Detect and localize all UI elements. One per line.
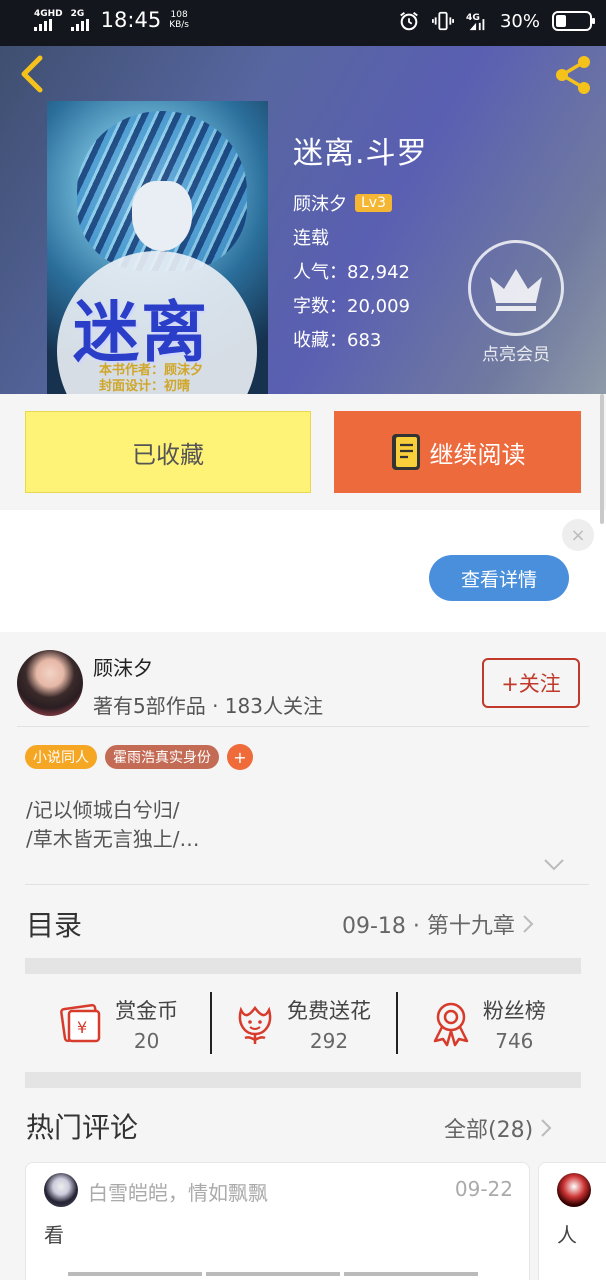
status-bar: 4GHD 2G 18:45 108 KB/s 4G 30% [0, 0, 606, 46]
stats-row: ¥ 赏金币 20 免费送花 292 粉丝榜 746 [25, 984, 581, 1064]
share-icon[interactable] [550, 52, 596, 98]
back-arrow-icon[interactable] [14, 52, 54, 96]
chevron-down-icon[interactable] [543, 858, 565, 872]
book-info: 迷离.斗罗 顾沫夕 Lv3 连载 人气：82,942 字数：20,009 收藏：… [293, 128, 428, 352]
continue-reading-button[interactable]: 继续阅读 [334, 411, 581, 493]
avatar[interactable] [17, 650, 83, 716]
carousel-indicator [68, 1272, 478, 1276]
add-tag-button[interactable]: + [227, 744, 253, 770]
vip-label: 点亮会员 [482, 345, 550, 365]
avatar[interactable] [557, 1173, 591, 1207]
book-icon [391, 434, 420, 470]
comment-text: 看 [44, 1223, 64, 1247]
cover-credits: 本书作者：顾沫夕 封面设计：初晴 [99, 363, 204, 394]
chevron-right-icon [523, 915, 534, 933]
level-badge: Lv3 [355, 194, 392, 212]
author-name[interactable]: 顾沫夕 [93, 652, 153, 681]
divider [25, 884, 589, 885]
free-flowers[interactable]: 免费送花 292 [210, 984, 395, 1064]
comment-card[interactable]: 人 [538, 1162, 606, 1280]
author-meta: 著有5部作品 · 183人关注 [93, 694, 323, 718]
alarm-icon [400, 11, 418, 31]
section-divider [25, 1072, 581, 1088]
book-title: 迷离.斗罗 [293, 136, 428, 171]
comment-card[interactable]: 白雪皑皑，情如飘飘 09-22 看 [25, 1162, 530, 1280]
collected-button[interactable]: 已收藏 [25, 411, 311, 493]
signal-icon: 4GHD [34, 9, 63, 31]
hot-comments-title: 热门评论 [26, 1111, 139, 1144]
book-cover[interactable]: 迷离 本书作者：顾沫夕 封面设计：初晴 [47, 101, 268, 394]
book-favorites: 收藏：683 [293, 330, 382, 351]
battery-percent: 30% [499, 10, 540, 32]
svg-text:4G: 4G [466, 12, 480, 23]
book-intro[interactable]: /记以倾城白兮归/ /草木皆无言独上/… [26, 796, 199, 854]
avatar[interactable] [44, 1173, 78, 1207]
battery-icon [552, 11, 595, 31]
fan-ranking[interactable]: 粉丝榜 746 [395, 984, 581, 1064]
book-popularity: 人气：82,942 [293, 262, 410, 283]
ad-banner: × 查看详情 [0, 510, 606, 632]
vip-button[interactable]: 点亮会员 [466, 240, 566, 365]
section-divider [25, 958, 581, 974]
svg-text:¥: ¥ [77, 1018, 87, 1037]
medal-icon [433, 1002, 469, 1047]
follow-button[interactable]: +关注 [482, 658, 580, 708]
catalog-title: 目录 [26, 909, 83, 942]
all-comments-link[interactable]: 全部(28) [444, 1112, 553, 1144]
action-bar: 已收藏 继续阅读 [0, 394, 606, 510]
catalog-latest[interactable]: 09-18 · 第十九章 [342, 908, 535, 940]
lte-signal-icon: 4G [466, 12, 485, 31]
view-details-button[interactable]: 查看详情 [429, 555, 569, 601]
continue-reading-label: 继续阅读 [429, 440, 526, 469]
cover-title: 迷离 [73, 293, 209, 371]
comment-date: 09-22 [454, 1177, 513, 1201]
scrollbar[interactable] [600, 394, 604, 524]
tag-item[interactable]: 霍雨浩真实身份 [105, 745, 219, 769]
author-section: 顾沫夕 著有5部作品 · 183人关注 +关注 小说同人 霍雨浩真实身份 + /… [0, 632, 606, 1280]
vibrate-icon [431, 11, 454, 31]
crown-icon [490, 269, 542, 311]
book-author[interactable]: 顾沫夕 [293, 190, 347, 216]
chevron-right-icon [541, 1119, 552, 1137]
reward-coins[interactable]: ¥ 赏金币 20 [25, 984, 210, 1064]
book-status: 连载 [293, 228, 329, 249]
tag-list: 小说同人 霍雨浩真实身份 + [25, 744, 253, 770]
comment-user: 白雪皑皑，情如飘飘 [88, 1181, 268, 1205]
signal-icon-2: 2G [70, 9, 89, 31]
network-speed: 108 KB/s [169, 10, 189, 30]
close-icon[interactable]: × [562, 519, 594, 551]
book-header: 迷离 本书作者：顾沫夕 封面设计：初晴 迷离.斗罗 顾沫夕 Lv3 连载 人气：… [0, 46, 606, 394]
clock: 18:45 [100, 8, 162, 32]
tag-item[interactable]: 小说同人 [25, 745, 97, 769]
flower-icon [238, 1005, 272, 1044]
book-word-count: 字数：20,009 [293, 296, 410, 317]
divider [17, 726, 589, 727]
red-envelope-icon: ¥ [60, 1003, 101, 1043]
comment-text: 人 [557, 1223, 577, 1247]
